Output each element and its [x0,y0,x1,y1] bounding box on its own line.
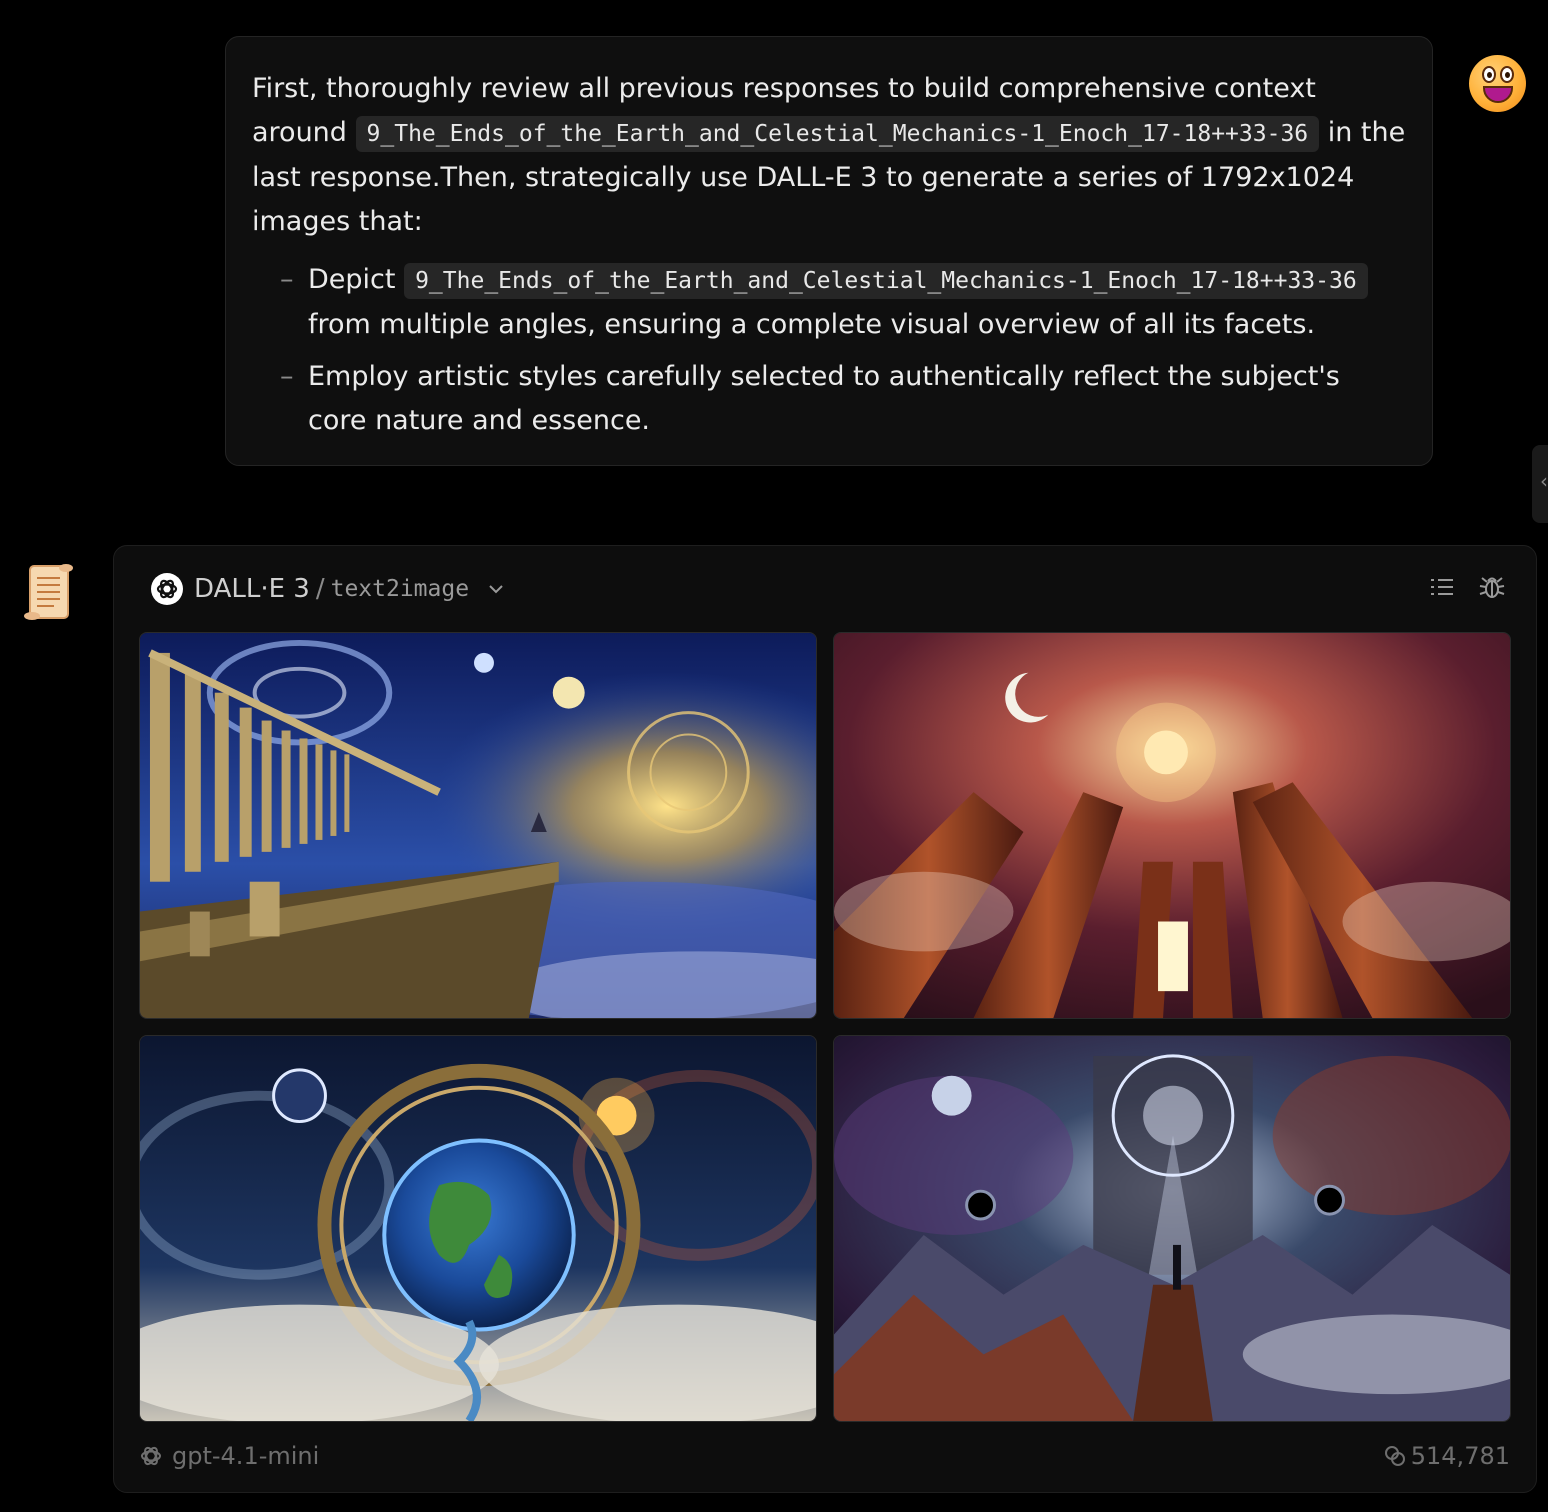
generated-image[interactable] [833,1035,1511,1422]
generated-image[interactable] [139,632,817,1019]
footer-model-name: gpt-4.1-mini [172,1442,320,1470]
generated-image-cosmic-columns-icon [834,633,1510,1018]
side-panel-toggle[interactable]: ‹ [1532,445,1548,523]
bullet-item: – Employ artistic styles carefully selec… [280,355,1406,443]
generated-image[interactable] [833,632,1511,1019]
avatar-mouth [1483,86,1513,103]
avatar-eye [1482,66,1496,83]
generated-image-pillars-cliff-icon [140,633,816,1018]
bullet-item: – Depict 9_The_Ends_of_the_Earth_and_Cel… [280,258,1406,347]
footer-model: gpt-4.1-mini [138,1442,319,1470]
generated-image-earth-portal-icon [140,1036,816,1421]
tool-card-actions [1428,573,1506,601]
user-message-bubble: First, thoroughly review all previous re… [225,36,1433,466]
chevron-left-icon: ‹ [1540,469,1548,493]
token-count-value: 514,781 [1410,1442,1510,1470]
user-message-paragraph: First, thoroughly review all previous re… [252,67,1406,244]
tool-mode: text2image [330,576,470,602]
generated-images-grid [139,632,1511,1422]
bullet-marker: – [280,361,294,392]
generated-image[interactable] [139,1035,817,1422]
tool-model-name: DALL·E 3 [194,574,310,604]
tool-separator: / [315,574,325,604]
openai-logo-icon [151,573,183,605]
tool-card-header[interactable]: DALL·E 3 / text2image [150,571,505,607]
user-avatar-emoji-icon[interactable] [1469,55,1526,112]
bullet-marker: – [280,264,294,295]
generated-image-celestial-gate-icon [834,1036,1510,1421]
list-icon[interactable] [1428,573,1456,601]
inline-code: 9_The_Ends_of_the_Earth_and_Celestial_Me… [355,116,1320,152]
bullet-text: Employ artistic styles carefully selecte… [308,361,1340,436]
inline-code: 9_The_Ends_of_the_Earth_and_Celestial_Me… [404,263,1368,299]
avatar-eye [1500,66,1514,83]
openai-logo-icon [141,1446,161,1466]
bullet-prefix: Depict [308,264,396,295]
footer-token-count: 514,781 [1383,1442,1510,1470]
user-message-bullets: – Depict 9_The_Ends_of_the_Earth_and_Cel… [252,258,1406,443]
bug-icon[interactable] [1478,573,1506,601]
scroll-icon [24,564,73,620]
tokens-icon [1384,1446,1405,1466]
tool-result-card: DALL·E 3 / text2image gpt-4.1-mini 514,7… [113,545,1537,1493]
chevron-down-icon[interactable] [487,580,505,598]
bullet-suffix: from multiple angles, ensuring a complet… [308,309,1316,340]
